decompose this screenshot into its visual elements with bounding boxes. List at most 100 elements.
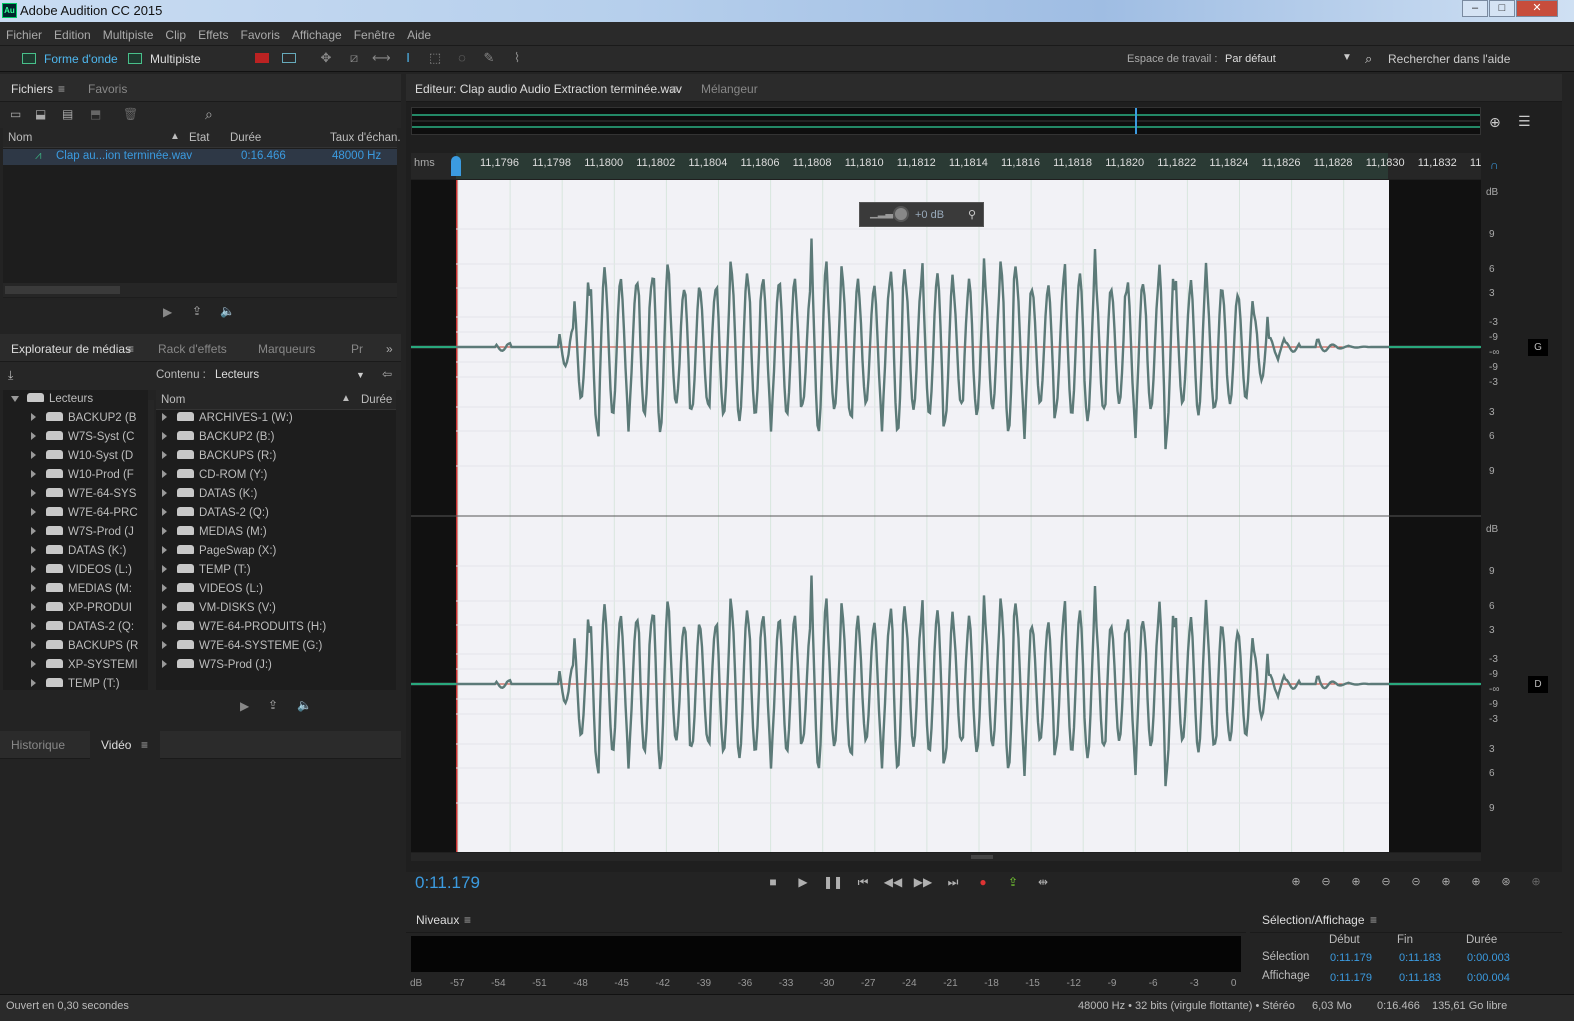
zoom-in-amplitude-icon[interactable]: ⊕ xyxy=(1285,874,1307,890)
tab-rack-effets[interactable]: Rack d'effets xyxy=(158,342,227,356)
files-menu-icon[interactable]: ≡ xyxy=(58,82,65,96)
more-tabs-icon[interactable]: » xyxy=(386,342,393,356)
new-file-icon[interactable]: ▤ xyxy=(62,107,73,121)
list-item[interactable]: MEDIAS (M:) xyxy=(162,526,267,538)
list-item[interactable]: PageSwap (X:) xyxy=(162,545,276,557)
tree-item[interactable]: BACKUPS (R xyxy=(31,640,138,652)
zoom-selection-icon[interactable]: ⊛ xyxy=(1495,874,1517,890)
content-select[interactable]: Lecteurs xyxy=(215,369,259,381)
tab-fichiers[interactable]: Fichiers xyxy=(11,82,53,96)
col-duree-media[interactable]: Durée xyxy=(361,394,392,406)
menu-fenetre[interactable]: Fenêtre xyxy=(348,22,401,42)
previous-button[interactable]: ⏮ xyxy=(853,874,873,890)
tree-item[interactable]: VIDEOS (L:) xyxy=(31,564,132,576)
tab-marqueurs[interactable]: Marqueurs xyxy=(258,342,315,356)
menu-effets[interactable]: Effets xyxy=(192,22,234,42)
selection-menu-icon[interactable]: ≡ xyxy=(1370,913,1377,927)
tree-item[interactable]: W7S-Syst (C xyxy=(31,431,134,443)
next-button[interactable]: ⏭ xyxy=(943,874,963,890)
selection-end[interactable]: 0:11.183 xyxy=(1399,952,1441,964)
expand-arrow-icon[interactable] xyxy=(31,489,36,497)
back-arrow-icon[interactable]: ⇦ xyxy=(382,367,392,381)
record-button[interactable]: ● xyxy=(973,874,993,890)
expand-arrow-icon[interactable] xyxy=(31,565,36,573)
expand-arrow-icon[interactable] xyxy=(162,413,167,421)
tree-item[interactable]: W10-Syst (D xyxy=(31,450,133,462)
expand-arrow-icon[interactable] xyxy=(162,432,167,440)
tree-item[interactable]: MEDIAS (M: xyxy=(31,583,132,595)
lasso-tool-icon[interactable]: ◌ xyxy=(454,51,470,65)
zoom-in-time-icon[interactable]: ⊕ xyxy=(1345,874,1367,890)
play-preview-icon[interactable]: ▶ xyxy=(240,699,249,713)
panel-options-icon[interactable]: ☰ xyxy=(1518,113,1531,130)
razor-tool-icon[interactable]: ⧄ xyxy=(346,51,362,65)
expand-arrow-icon[interactable] xyxy=(31,660,36,668)
expand-arrow-icon[interactable] xyxy=(162,622,167,630)
tree-item[interactable]: XP-SYSTEMI xyxy=(31,659,138,671)
play-preview-icon[interactable]: ▶ xyxy=(163,305,172,319)
expand-arrow-icon[interactable] xyxy=(162,584,167,592)
workspace-select[interactable]: Par défaut xyxy=(1225,53,1276,65)
menu-fichier[interactable]: Fichier xyxy=(0,22,48,42)
horizontal-scrollbar[interactable] xyxy=(411,853,1481,861)
stop-button[interactable]: ■ xyxy=(763,874,783,890)
slip-tool-icon[interactable]: ⟷ xyxy=(372,51,391,65)
col-nom[interactable]: Nom xyxy=(8,132,32,144)
expand-arrow-icon[interactable] xyxy=(31,527,36,535)
search-help-input[interactable]: Rechercher dans l'aide xyxy=(1388,52,1510,66)
channel-left-badge[interactable]: G xyxy=(1528,339,1548,356)
expand-arrow-icon[interactable] xyxy=(31,584,36,592)
list-item[interactable]: BACKUP2 (B:) xyxy=(162,431,274,443)
expand-arrow-icon[interactable] xyxy=(31,679,36,687)
col-duree[interactable]: Durée xyxy=(230,132,261,144)
expand-arrow-icon[interactable] xyxy=(162,527,167,535)
selection-start[interactable]: 0:11.179 xyxy=(1330,952,1372,964)
gain-hud[interactable]: ▁▂▃ +0 dB ⚲ xyxy=(859,202,984,227)
expand-arrow-icon[interactable] xyxy=(162,546,167,554)
tab-editor[interactable]: Editeur: Clap audio Audio Extraction ter… xyxy=(415,82,682,96)
expand-arrow-icon[interactable] xyxy=(162,641,167,649)
media-menu-icon[interactable]: ≡ xyxy=(127,342,134,356)
zoom-in-start-icon[interactable]: ⊕ xyxy=(1435,874,1457,890)
spectral-pitch-icon[interactable] xyxy=(282,53,296,63)
list-item[interactable]: BACKUPS (R:) xyxy=(162,450,276,462)
editor-menu-icon[interactable]: ≡ xyxy=(671,82,678,96)
list-item[interactable]: VM-DISKS (V:) xyxy=(162,602,276,614)
tree-splitter[interactable] xyxy=(148,400,154,570)
tree-item[interactable]: BACKUP2 (B xyxy=(31,412,136,424)
content-chevron-down-icon[interactable]: ▼ xyxy=(356,370,365,380)
list-item[interactable]: DATAS (K:) xyxy=(162,488,257,500)
insert-file-icon[interactable]: ⬒ xyxy=(90,107,101,121)
expand-arrow-icon[interactable] xyxy=(162,603,167,611)
brush-tool-icon[interactable]: ✎ xyxy=(481,51,497,65)
expand-arrow-icon[interactable] xyxy=(162,470,167,478)
view-duration[interactable]: 0:00.004 xyxy=(1467,972,1510,984)
tree-item[interactable]: DATAS (K:) xyxy=(31,545,126,557)
spot-healing-icon[interactable]: ⌇ xyxy=(509,51,525,65)
tree-item[interactable]: W7E-64-PRC xyxy=(31,507,138,519)
open-file-icon[interactable]: ▭ xyxy=(10,107,21,121)
pin-icon[interactable]: ⚲ xyxy=(968,208,976,221)
pause-button[interactable]: ❚❚ xyxy=(823,874,843,890)
table-row[interactable]: ⩘ Clap au...ion terminée.wav 0:16.466 48… xyxy=(3,149,397,165)
list-item[interactable]: W7S-Prod (J:) xyxy=(162,659,272,671)
maximize-button[interactable]: □ xyxy=(1489,0,1515,17)
channel-right-badge[interactable]: D xyxy=(1528,676,1548,693)
zoom-out-amplitude-icon[interactable]: ⊖ xyxy=(1315,874,1337,890)
view-end[interactable]: 0:11.183 xyxy=(1399,972,1441,984)
loop-button[interactable]: ⇪ xyxy=(1003,874,1023,890)
expand-arrow-icon[interactable] xyxy=(31,470,36,478)
close-window-button[interactable]: ✕ xyxy=(1516,0,1558,17)
fast-forward-button[interactable]: ▶▶ xyxy=(913,874,933,890)
skip-button[interactable]: ⇹ xyxy=(1033,874,1053,890)
expand-arrow-icon[interactable] xyxy=(31,546,36,554)
import-media-icon[interactable]: ⤓ xyxy=(8,368,13,383)
list-item[interactable]: W7E-64-PRODUITS (H:) xyxy=(162,621,326,633)
expand-arrow-icon[interactable] xyxy=(162,660,167,668)
menu-aide[interactable]: Aide xyxy=(401,22,437,42)
move-tool-icon[interactable]: ✥ xyxy=(318,51,334,65)
expand-arrow-icon[interactable] xyxy=(31,432,36,440)
play-button[interactable]: ▶ xyxy=(793,874,813,890)
tree-item[interactable]: XP-PRODUI xyxy=(31,602,132,614)
delete-file-icon[interactable]: 🗑 xyxy=(123,107,138,121)
